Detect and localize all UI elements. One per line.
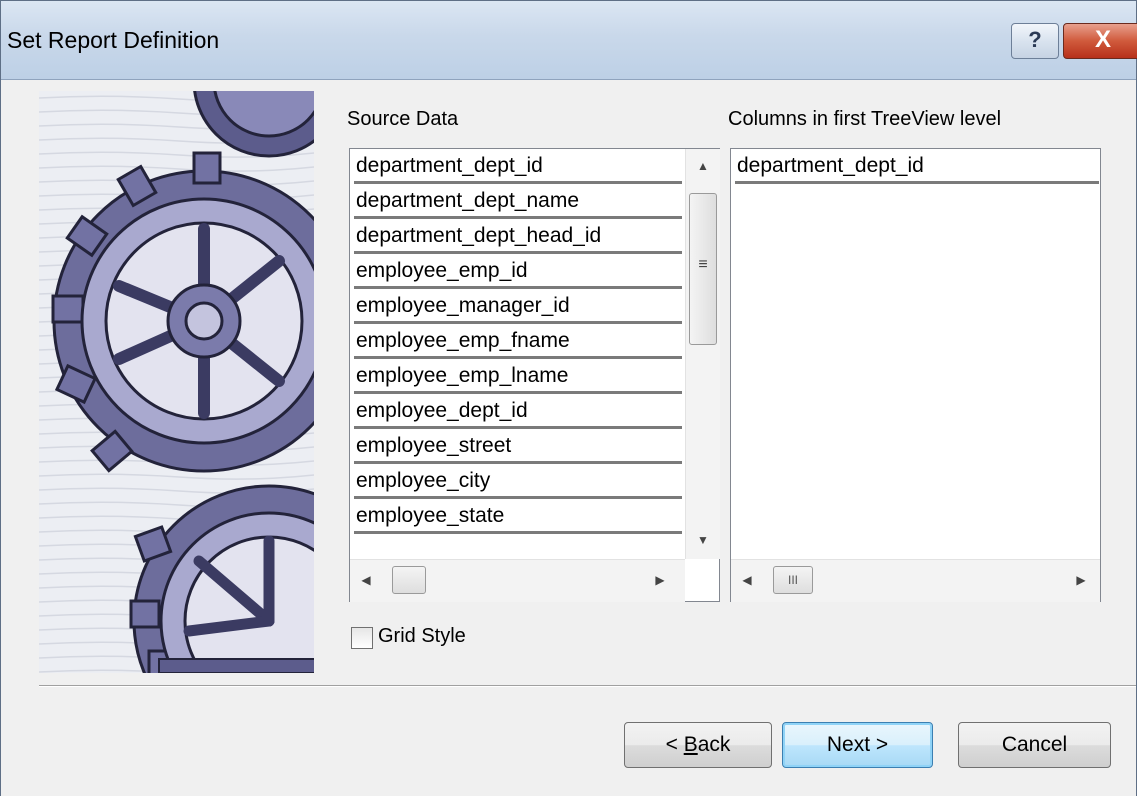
list-item[interactable]: department_dept_id bbox=[354, 151, 682, 184]
source-horizontal-scrollbar[interactable]: ◀ ▶ bbox=[350, 559, 685, 602]
list-item[interactable]: employee_emp_id bbox=[354, 256, 682, 289]
list-item[interactable]: employee_state bbox=[354, 501, 682, 534]
cancel-button[interactable]: Cancel bbox=[958, 722, 1111, 768]
close-icon: X bbox=[1094, 26, 1111, 53]
columns-horizontal-scrollbar[interactable]: ◀ III ▶ bbox=[731, 559, 1100, 602]
window-title: Set Report Definition bbox=[7, 27, 220, 53]
gears-illustration bbox=[39, 91, 314, 673]
close-button[interactable]: X bbox=[1063, 23, 1137, 59]
grip-icon: ≡ bbox=[698, 256, 708, 273]
list-item[interactable]: department_dept_name bbox=[354, 186, 682, 219]
columns-list[interactable]: department_dept_id ◀ III ▶ bbox=[730, 148, 1101, 602]
back-button[interactable]: < Back bbox=[624, 722, 772, 768]
scroll-thumb[interactable]: III bbox=[773, 566, 813, 594]
list-item[interactable]: employee_dept_id bbox=[354, 396, 682, 429]
back-rest: ack bbox=[697, 733, 731, 756]
source-data-list[interactable]: department_dept_id department_dept_name … bbox=[349, 148, 720, 602]
list-item[interactable]: employee_manager_id bbox=[354, 291, 682, 324]
next-button[interactable]: Next > bbox=[782, 722, 933, 768]
scroll-left-icon[interactable]: ◀ bbox=[737, 573, 757, 587]
scroll-right-icon[interactable]: ▶ bbox=[1071, 573, 1091, 587]
list-item[interactable]: department_dept_id bbox=[735, 151, 1099, 184]
back-mnemonic: B bbox=[683, 733, 698, 756]
columns-label: Columns in first TreeView level bbox=[728, 108, 1002, 130]
back-prefix: < bbox=[665, 733, 684, 756]
grid-style-label[interactable]: Grid Style bbox=[378, 625, 466, 648]
list-item[interactable]: employee_city bbox=[354, 466, 682, 499]
help-icon: ? bbox=[1028, 27, 1042, 52]
separator bbox=[39, 685, 1136, 687]
list-item[interactable]: employee_emp_fname bbox=[354, 326, 682, 359]
scroll-thumb[interactable] bbox=[392, 566, 426, 594]
list-item[interactable]: employee_emp_lname bbox=[354, 361, 682, 394]
scroll-thumb[interactable]: ≡ bbox=[689, 193, 717, 345]
source-data-label: Source Data bbox=[347, 108, 459, 130]
scroll-down-icon[interactable]: ▼ bbox=[686, 533, 720, 547]
list-item[interactable]: employee_street bbox=[354, 431, 682, 464]
dialog-window: Set Report Definition ? X Source Data de… bbox=[0, 0, 1137, 796]
help-button[interactable]: ? bbox=[1011, 23, 1059, 59]
source-vertical-scrollbar[interactable]: ▲ ≡ ▼ bbox=[685, 149, 720, 559]
scroll-left-icon[interactable]: ◀ bbox=[356, 573, 376, 587]
title-bar[interactable]: Set Report Definition ? X bbox=[1, 1, 1137, 80]
scroll-right-icon[interactable]: ▶ bbox=[650, 573, 670, 587]
scroll-up-icon[interactable]: ▲ bbox=[686, 159, 720, 173]
grid-style-checkbox[interactable] bbox=[351, 627, 373, 649]
list-item[interactable]: department_dept_head_id bbox=[354, 221, 682, 254]
